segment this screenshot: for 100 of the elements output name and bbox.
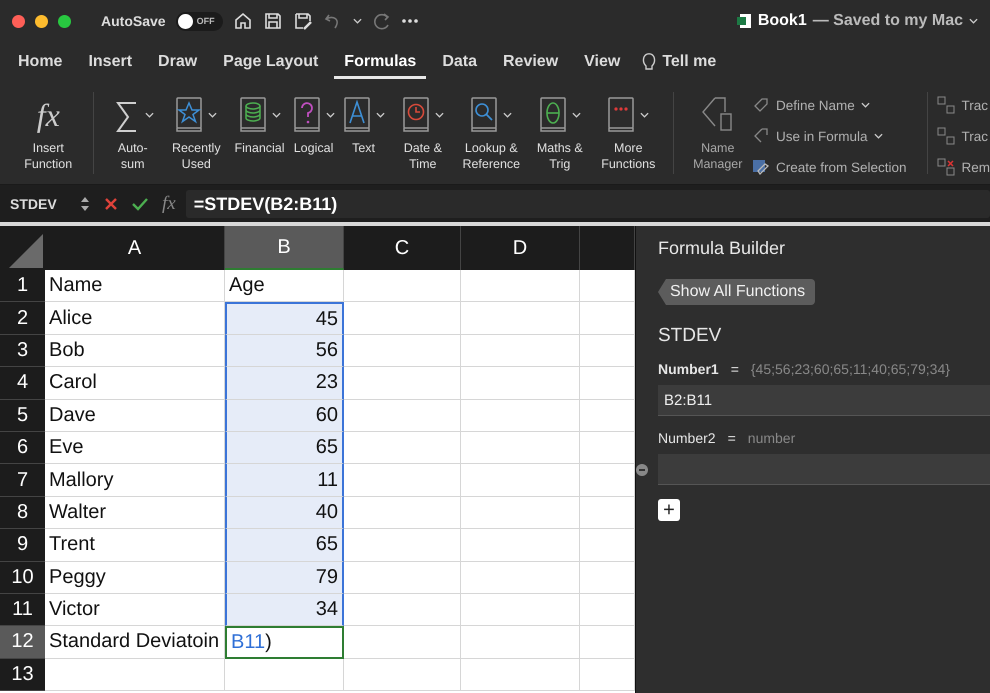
cancel-icon[interactable] — [104, 196, 118, 210]
function-name: STDEV — [658, 325, 722, 347]
ribbon-menu-item[interactable]: Rem — [937, 154, 990, 180]
title-caret-icon — [969, 18, 978, 24]
close-button[interactable] — [12, 14, 25, 28]
row-header[interactable]: 5 — [0, 400, 45, 432]
theta-book-icon — [538, 97, 567, 133]
caret-icon — [572, 112, 581, 118]
column-header[interactable]: D — [461, 226, 580, 270]
row-header[interactable]: 8 — [0, 496, 45, 530]
name-box[interactable]: STDEV — [0, 196, 80, 212]
caret-icon — [860, 102, 870, 108]
table-cell: 11 — [225, 464, 344, 497]
column-header[interactable]: C — [344, 226, 461, 270]
caret-icon — [272, 112, 281, 118]
autosave-toggle[interactable]: OFF — [176, 12, 223, 30]
ribbon-tab[interactable]: Home — [8, 45, 72, 79]
ribbon-tab[interactable]: Data — [432, 45, 487, 79]
tag-icon — [752, 127, 770, 145]
table-cell: Standard Deviatoin — [45, 626, 225, 659]
row-header[interactable]: 2 — [0, 302, 45, 335]
ribbon-menu-item[interactable]: Trac — [937, 92, 990, 118]
magnifier-book-icon — [470, 97, 498, 133]
tell-me-button[interactable]: Tell me — [636, 51, 722, 73]
row-header[interactable]: 3 — [0, 334, 45, 368]
undo-caret-icon — [352, 18, 362, 24]
formula-field[interactable]: =STDEV(B2:B11) — [186, 190, 990, 218]
select-all-button[interactable] — [0, 226, 45, 270]
minimize-button[interactable] — [35, 14, 48, 28]
add-argument-button[interactable]: + — [658, 499, 680, 521]
row-header[interactable]: 13 — [0, 658, 45, 692]
caret-icon — [640, 112, 650, 118]
ribbon-button[interactable]: Name Manager — [683, 92, 752, 172]
confirm-icon[interactable] — [132, 196, 148, 210]
tag-icon — [752, 96, 770, 114]
table-cell: 45 — [225, 302, 344, 335]
caret-icon — [874, 133, 883, 139]
column-header[interactable]: B — [225, 226, 344, 270]
lightbulb-icon — [642, 52, 656, 72]
function-icon[interactable]: fx — [162, 192, 176, 214]
table-cell: 60 — [225, 400, 344, 432]
remove-icon[interactable] — [636, 464, 648, 476]
autosave-label: AutoSave — [101, 13, 166, 29]
row-header[interactable]: 7 — [0, 464, 45, 497]
ribbon-button[interactable]: Date & Time — [388, 92, 458, 172]
caret-icon — [503, 112, 512, 118]
stepper-icon[interactable] — [80, 194, 90, 212]
caret-icon — [144, 112, 154, 118]
caret-icon — [208, 112, 218, 118]
row-header[interactable]: 11 — [0, 594, 45, 626]
ribbon-tab[interactable]: Review — [493, 45, 568, 79]
ribbon-menu-item[interactable]: Define Name — [752, 92, 907, 118]
argument-preview: {45;56;23;60;65;11;40;65;79;34} — [750, 361, 950, 377]
ribbon-button[interactable]: Maths & Trig — [526, 92, 594, 172]
row-header[interactable]: 12 — [0, 626, 45, 659]
redo-icon[interactable] — [372, 11, 392, 31]
argument-field[interactable] — [658, 454, 990, 485]
argument-field[interactable]: B2:B11 — [658, 385, 990, 416]
ribbon-button[interactable]: Recently Used — [162, 92, 231, 172]
row-header[interactable]: 6 — [0, 432, 45, 464]
dots-book-icon — [607, 97, 636, 133]
show-all-functions-button[interactable]: Show All Functions — [658, 279, 816, 305]
row-header[interactable]: 9 — [0, 529, 45, 562]
row-header[interactable]: 4 — [0, 367, 45, 400]
caret-icon — [326, 112, 335, 118]
column-header[interactable]: A — [45, 226, 225, 270]
argument-label: Number2 — [658, 430, 716, 446]
table-cell: 65 — [225, 529, 344, 562]
table-pencil-icon — [752, 158, 770, 176]
more-icon[interactable] — [402, 19, 418, 23]
zoom-button[interactable] — [58, 14, 71, 28]
trace-icon — [937, 158, 956, 176]
letter-book-icon — [342, 97, 371, 133]
home-icon[interactable] — [232, 11, 253, 31]
save-status: — Saved to my Mac — [812, 12, 963, 30]
database-book-icon — [238, 97, 267, 133]
table-cell: B11) — [225, 626, 344, 659]
ribbon-tab[interactable]: Formulas — [334, 45, 426, 79]
row-header[interactable]: 10 — [0, 562, 45, 594]
save-icon[interactable] — [262, 11, 283, 31]
clock-book-icon — [402, 97, 430, 133]
ribbon-menu-item[interactable]: Trac — [937, 123, 990, 149]
ribbon-tab[interactable]: View — [574, 45, 630, 79]
ribbon-menu-item[interactable]: Use in Formula — [752, 123, 907, 149]
ribbon-tab[interactable]: Draw — [148, 45, 208, 79]
ribbon-tab[interactable]: Insert — [78, 45, 142, 79]
row-header[interactable]: 1 — [0, 270, 45, 302]
ribbon-button[interactable]: fx Insert Function — [14, 92, 82, 172]
ribbon-button[interactable]: Auto-sum — [103, 92, 162, 172]
ribbon-button[interactable]: Logical — [288, 92, 339, 156]
ribbon-tab[interactable]: Page Layout — [213, 45, 328, 79]
ribbon-button[interactable]: Text — [338, 92, 389, 156]
ribbon-button[interactable]: Financial — [230, 92, 289, 156]
ribbon-button[interactable]: Lookup & Reference — [457, 92, 526, 172]
ribbon-button[interactable]: More Functions — [594, 92, 663, 172]
ribbon-menu-item[interactable]: Create from Selection — [752, 154, 907, 180]
equals-sign: = — [728, 430, 736, 446]
star-book-icon — [175, 97, 204, 133]
table-cell: 65 — [225, 432, 344, 464]
save-edit-icon[interactable] — [292, 11, 313, 31]
